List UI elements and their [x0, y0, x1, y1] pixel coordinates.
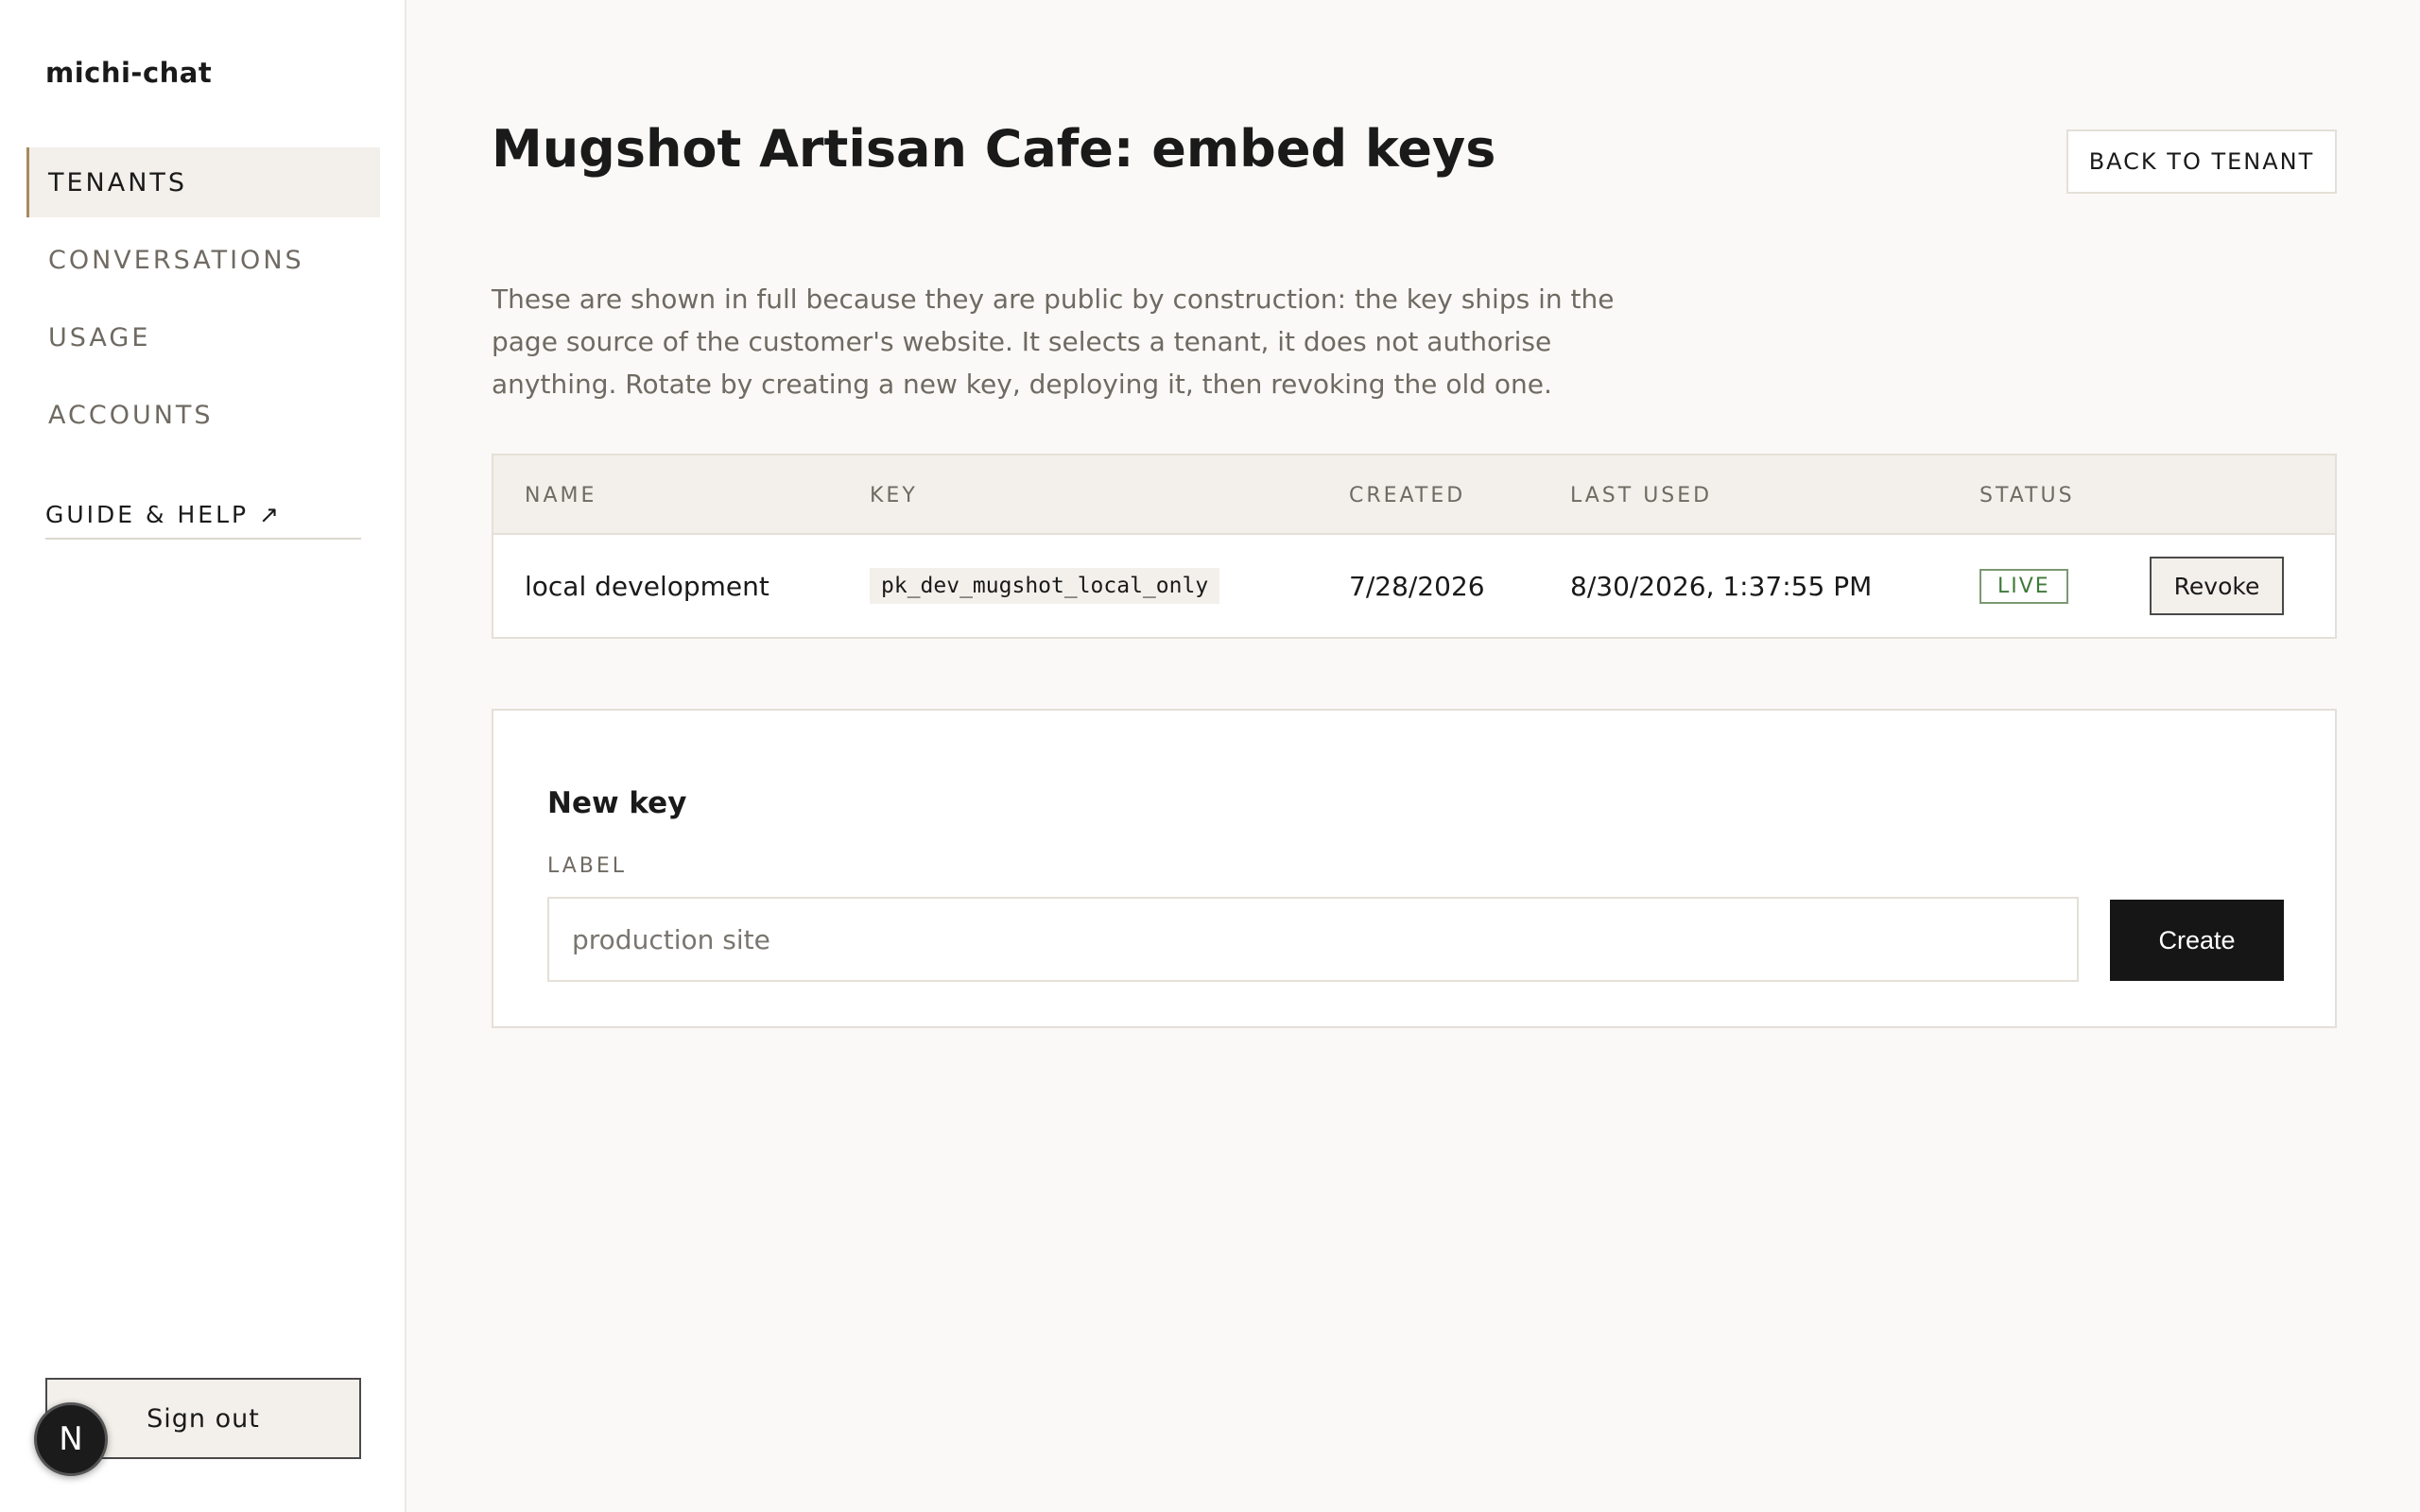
table-header: NAME KEY CREATED LAST USED STATUS	[493, 455, 2335, 535]
key-cell: pk_dev_mugshot_local_only	[870, 535, 1220, 637]
column-header-created: CREATED	[1349, 483, 1466, 507]
embed-keys-table: NAME KEY CREATED LAST USED STATUS local …	[492, 454, 2337, 639]
brand-name: michi-chat	[45, 57, 213, 89]
label-field-label: LABEL	[547, 854, 628, 878]
new-key-card: New key LABEL Create	[492, 709, 2337, 1028]
revoke-button[interactable]: Revoke	[2150, 557, 2284, 615]
sidebar-item-accounts[interactable]: ACCOUNTS	[26, 380, 380, 450]
table-row: local development pk_dev_mugshot_local_o…	[493, 535, 2335, 637]
column-header-name: NAME	[525, 483, 597, 507]
guide-help-link[interactable]: GUIDE & HELP ↗	[45, 501, 361, 540]
sidebar: michi-chat TENANTS CONVERSATIONS USAGE A…	[0, 0, 406, 1512]
sidebar-nav: TENANTS CONVERSATIONS USAGE ACCOUNTS	[26, 147, 380, 457]
app-root: michi-chat TENANTS CONVERSATIONS USAGE A…	[0, 0, 2420, 1512]
status-cell: LIVE	[1979, 535, 2068, 637]
back-to-tenant-button[interactable]: BACK TO TENANT	[2066, 129, 2337, 194]
page-description: These are shown in full because they are…	[492, 284, 1615, 400]
column-header-status: STATUS	[1979, 483, 2075, 507]
key-created: 7/28/2026	[1349, 570, 1485, 602]
label-input[interactable]	[547, 897, 2079, 982]
column-header-key: KEY	[870, 483, 918, 507]
sidebar-item-tenants[interactable]: TENANTS	[26, 147, 380, 217]
key-value[interactable]: pk_dev_mugshot_local_only	[870, 568, 1220, 604]
sidebar-item-conversations[interactable]: CONVERSATIONS	[26, 225, 380, 295]
sidebar-item-usage[interactable]: USAGE	[26, 302, 380, 372]
action-cell: Revoke	[2150, 535, 2284, 637]
n-logo-icon[interactable]: N	[34, 1402, 108, 1476]
key-name: local development	[525, 570, 769, 602]
column-header-last-used: LAST USED	[1570, 483, 1713, 507]
create-button[interactable]: Create	[2110, 900, 2284, 981]
page-title: Mugshot Artisan Cafe: embed keys	[492, 119, 1496, 179]
status-badge: LIVE	[1979, 568, 2068, 604]
key-last-used: 8/30/2026, 1:37:55 PM	[1570, 570, 1873, 602]
new-key-title: New key	[547, 786, 687, 820]
